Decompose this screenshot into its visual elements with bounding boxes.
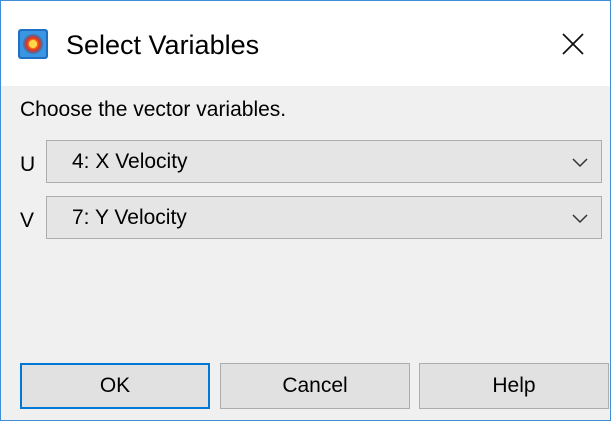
u-variable-value: 4: X Velocity xyxy=(72,150,188,173)
chevron-down-icon xyxy=(572,214,588,224)
u-variable-select[interactable]: 4: X Velocity xyxy=(46,140,602,183)
u-variable-label: U xyxy=(20,153,36,176)
close-icon xyxy=(562,33,584,55)
v-variable-value: 7: Y Velocity xyxy=(72,206,187,229)
v-variable-select[interactable]: 7: Y Velocity xyxy=(46,196,602,239)
chevron-down-icon xyxy=(572,158,588,168)
select-variables-dialog: Select Variables Choose the vector varia… xyxy=(0,0,611,421)
instruction-text: Choose the vector variables. xyxy=(20,98,287,121)
cancel-button[interactable]: Cancel xyxy=(220,363,410,409)
app-icon xyxy=(18,29,48,59)
ok-button[interactable]: OK xyxy=(20,363,210,409)
title-bar: Select Variables xyxy=(1,1,610,86)
window-title: Select Variables xyxy=(66,30,260,60)
close-button[interactable] xyxy=(549,20,597,68)
v-variable-label: V xyxy=(20,209,35,232)
help-button[interactable]: Help xyxy=(419,363,609,409)
